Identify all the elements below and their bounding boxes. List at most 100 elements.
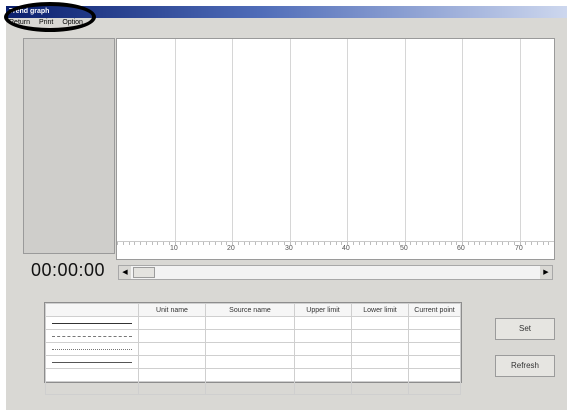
set-button[interactable]: Set bbox=[495, 318, 555, 340]
x-axis-tick bbox=[249, 242, 250, 245]
x-axis-tick bbox=[215, 242, 216, 245]
x-axis-tick bbox=[491, 242, 492, 245]
x-axis-tick bbox=[410, 242, 411, 245]
x-axis-tick bbox=[387, 242, 388, 245]
table-cell bbox=[294, 329, 352, 343]
x-axis-tick bbox=[278, 242, 279, 245]
x-axis-tick bbox=[198, 242, 199, 245]
table-row[interactable] bbox=[45, 381, 461, 395]
x-axis-tick bbox=[497, 242, 498, 245]
table-row[interactable] bbox=[45, 316, 461, 330]
gridline bbox=[290, 39, 291, 244]
scroll-left-arrow-icon[interactable]: ◀ bbox=[119, 266, 131, 279]
x-axis-tick bbox=[209, 242, 210, 245]
table-cell bbox=[408, 316, 461, 330]
highlight-circle bbox=[4, 2, 96, 32]
table-cell bbox=[294, 342, 352, 356]
x-axis-tick bbox=[295, 242, 296, 245]
x-axis-tick bbox=[502, 242, 503, 245]
gridline bbox=[520, 39, 521, 244]
table-cell bbox=[351, 316, 409, 330]
x-axis-tick bbox=[157, 242, 158, 245]
table-header-lower-limit: Lower limit bbox=[351, 303, 409, 317]
x-axis-tick bbox=[548, 242, 549, 245]
x-axis-tick bbox=[376, 242, 377, 245]
line-style-cell bbox=[45, 368, 139, 382]
table-cell bbox=[205, 342, 295, 356]
table-cell bbox=[138, 329, 206, 343]
table-header-source-name: Source name bbox=[205, 303, 295, 317]
x-axis-tick bbox=[267, 242, 268, 245]
x-axis-tick bbox=[324, 242, 325, 245]
x-axis-tick bbox=[543, 242, 544, 245]
line-style-cell bbox=[45, 381, 139, 395]
x-axis-tick bbox=[221, 242, 222, 245]
x-axis-tick bbox=[393, 242, 394, 245]
table-row[interactable] bbox=[45, 368, 461, 382]
table-cell bbox=[351, 342, 409, 356]
table-cell bbox=[205, 355, 295, 369]
table-cell bbox=[294, 316, 352, 330]
table-cell bbox=[138, 316, 206, 330]
line-style-cell bbox=[45, 316, 139, 330]
table-row[interactable] bbox=[45, 329, 461, 343]
x-axis-tick bbox=[439, 242, 440, 245]
line-style-sample bbox=[52, 322, 132, 324]
table-cell bbox=[205, 329, 295, 343]
x-axis-tick-label: 70 bbox=[515, 245, 523, 252]
x-axis-tick bbox=[531, 242, 532, 245]
table-cell bbox=[138, 355, 206, 369]
x-axis-tick bbox=[428, 242, 429, 245]
x-axis-tick bbox=[485, 242, 486, 245]
x-axis-tick bbox=[525, 242, 526, 245]
table-cell bbox=[205, 381, 295, 395]
x-axis-tick bbox=[192, 242, 193, 245]
x-axis-tick bbox=[359, 242, 360, 245]
legend-panel bbox=[23, 38, 115, 254]
trend-table: Unit name Source name Upper limit Lower … bbox=[44, 302, 462, 395]
x-axis-tick bbox=[123, 242, 124, 245]
table-cell bbox=[138, 342, 206, 356]
refresh-button[interactable]: Refresh bbox=[495, 355, 555, 377]
table-cell bbox=[408, 342, 461, 356]
table-cell bbox=[351, 355, 409, 369]
gridline bbox=[347, 39, 348, 244]
x-axis-tick bbox=[364, 242, 365, 245]
x-axis-tick bbox=[422, 242, 423, 245]
table-header-unit-name: Unit name bbox=[138, 303, 206, 317]
x-axis: 10 20 30 40 50 60 70 bbox=[117, 241, 554, 259]
x-axis-tick bbox=[238, 242, 239, 245]
line-style-cell bbox=[45, 342, 139, 356]
table-header-current-point: Current point bbox=[408, 303, 461, 317]
x-axis-tick bbox=[140, 242, 141, 245]
x-axis-tick bbox=[203, 242, 204, 245]
x-axis-tick-label: 10 bbox=[170, 245, 178, 252]
x-axis-tick bbox=[370, 242, 371, 245]
x-axis-tick bbox=[474, 242, 475, 245]
x-axis-tick bbox=[508, 242, 509, 245]
table-cell bbox=[351, 368, 409, 382]
x-axis-tick bbox=[146, 242, 147, 245]
x-axis-tick bbox=[186, 242, 187, 245]
table-cell bbox=[205, 368, 295, 382]
scroll-right-arrow-icon[interactable]: ▶ bbox=[540, 266, 552, 279]
table-header-upper-limit: Upper limit bbox=[294, 303, 352, 317]
x-axis-tick bbox=[244, 242, 245, 245]
x-axis-tick bbox=[255, 242, 256, 245]
table-cell bbox=[351, 381, 409, 395]
table-cell bbox=[408, 381, 461, 395]
table-cell bbox=[138, 368, 206, 382]
x-axis-tick bbox=[117, 242, 118, 245]
scroll-thumb[interactable] bbox=[133, 267, 155, 278]
table-row[interactable] bbox=[45, 342, 461, 356]
horizontal-scrollbar[interactable]: ◀ ▶ bbox=[118, 265, 553, 280]
x-axis-tick-label: 50 bbox=[400, 245, 408, 252]
table-row[interactable] bbox=[45, 355, 461, 369]
gridline bbox=[175, 39, 176, 244]
x-axis-tick bbox=[330, 242, 331, 245]
line-style-sample bbox=[52, 348, 132, 350]
x-axis-tick bbox=[301, 242, 302, 245]
elapsed-time: 00:00:00 bbox=[31, 260, 106, 280]
x-axis-tick bbox=[313, 242, 314, 245]
x-axis-tick bbox=[336, 242, 337, 245]
